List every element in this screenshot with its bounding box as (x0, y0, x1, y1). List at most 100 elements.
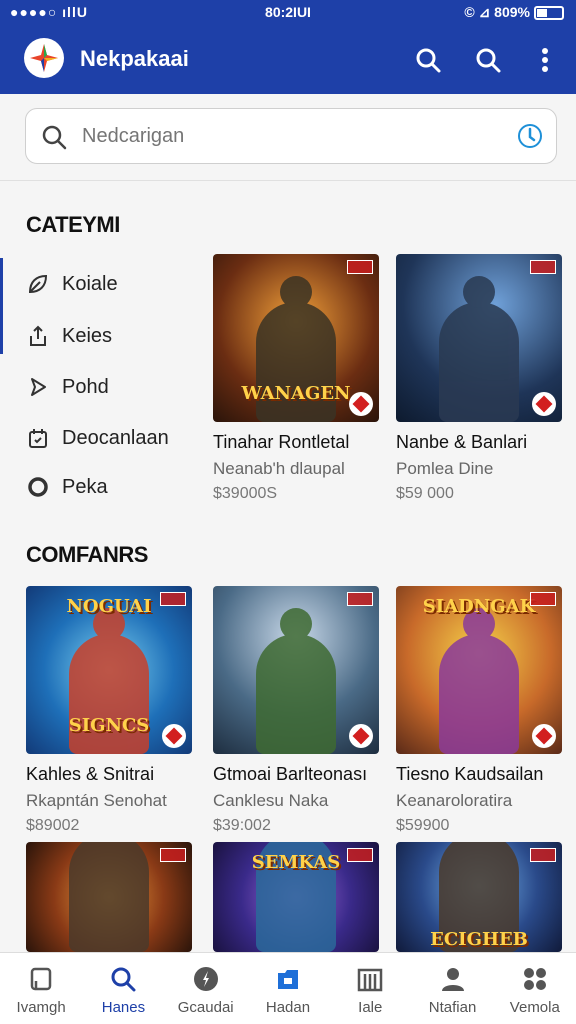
corner-icon (532, 392, 556, 416)
category-label: Deocanlaan (62, 426, 169, 449)
more-options-button[interactable] (527, 42, 563, 78)
card-subtitle: Rkapntán Senohat (26, 791, 167, 810)
corner-icon (162, 724, 186, 748)
category-item-peka[interactable]: Peka (26, 471, 108, 503)
search-icon (476, 48, 501, 73)
nav-label: Gcaudai (177, 999, 234, 1016)
app-title: Nekpakaai (80, 46, 189, 71)
nav-item-vemola[interactable]: Vemola (494, 953, 576, 1024)
voice-search-icon[interactable] (516, 122, 544, 150)
card-thumbnail: NOGUAI SIGNCS (26, 586, 192, 754)
search-button[interactable] (410, 42, 446, 78)
more-card-1[interactable] (26, 842, 192, 952)
badge-icon (347, 260, 373, 274)
companies-title: COMFANRS (26, 542, 148, 567)
card-price: $39:002 (213, 817, 271, 834)
category-item-keies[interactable]: Keies (26, 320, 112, 352)
company-card-2[interactable]: Gtmoai Barlteonası Canklesu Naka $39:002 (213, 586, 379, 835)
share-icon (30, 325, 46, 346)
search-box (25, 108, 557, 164)
card-subtitle: Keanaroloratira (396, 791, 513, 810)
card-price: $89002 (26, 817, 80, 834)
company-card-1[interactable]: NOGUAI SIGNCS Kahles & Snitrai Rkapntán … (26, 586, 192, 835)
nav-item-ntafian[interactable]: Ntafian (411, 953, 493, 1024)
calendar-icon (29, 429, 47, 448)
card-price: $59900 (396, 817, 450, 834)
badge-icon (530, 848, 556, 862)
badge-icon (530, 592, 556, 606)
status-right-text: © ⊿ 809% (464, 4, 530, 20)
card-subtitle: Pomlea Dine (396, 459, 494, 478)
card-title: Nanbe & Banlari (396, 432, 528, 452)
search-input[interactable] (82, 121, 482, 151)
card-subtitle: Neanab'h dlaupal (213, 459, 345, 478)
building-icon (358, 968, 383, 992)
nav-label: Iale (358, 999, 383, 1016)
card-thumbnail: SEMKAS (213, 842, 379, 952)
category-label: Koiale (62, 272, 118, 295)
search-icon (111, 967, 136, 992)
card-thumbnail (26, 842, 192, 952)
card-title: Tiesno Kaudsailan (396, 764, 544, 784)
corner-icon (349, 724, 373, 748)
card-thumbnail: ECIGHEB (396, 842, 562, 952)
battery-icon (534, 5, 564, 20)
badge-icon (160, 592, 186, 606)
badge-icon (347, 592, 373, 606)
corner-icon (349, 392, 373, 416)
featured-card-1[interactable]: WANAGEN Tinahar Rontletal Neanab'h dlaup… (213, 254, 379, 503)
nav-item-hadan[interactable]: Hadan (247, 953, 329, 1024)
person-icon (441, 968, 464, 991)
more-card-3[interactable]: ECIGHEB (396, 842, 562, 952)
more-vert-icon (542, 48, 548, 72)
circle-icon (28, 477, 48, 497)
card-thumbnail: WANAGEN (213, 254, 379, 422)
company-card-3[interactable]: SIADNGAK Tiesno Kaudsailan Keanarolorati… (396, 586, 562, 835)
card-price: $39000S (213, 485, 278, 502)
card-title: Tinahar Rontletal (213, 432, 350, 452)
active-indicator (0, 258, 3, 354)
category-label: Keies (62, 324, 113, 347)
nav-label: Ivamgh (16, 999, 66, 1016)
leaf-icon (28, 274, 48, 294)
status-bar: ●●●●○ ıllU 80:2IUI © ⊿ 809% (0, 0, 576, 26)
card-thumbnail (396, 254, 562, 422)
app-logo (24, 38, 64, 78)
card-title: Kahles & Snitrai (26, 764, 155, 784)
card-title: Gtmoai Barlteonası (213, 764, 368, 784)
bottom-navigation: Ivamgh Hanes Gcaudai Hadan Iale Ntafian … (0, 952, 576, 1024)
badge-icon (530, 260, 556, 274)
nav-label: Hanes (101, 999, 146, 1016)
badge-icon (160, 848, 186, 862)
badge-icon (347, 848, 373, 862)
nav-item-ivamgh[interactable]: Ivamgh (0, 953, 82, 1024)
divider (0, 180, 576, 181)
card-thumbnail (213, 586, 379, 754)
search-icon (416, 48, 441, 73)
nav-label: Ntafian (428, 999, 477, 1016)
nav-item-hanes[interactable]: Hanes (82, 953, 164, 1024)
nav-item-iale[interactable]: Iale (329, 953, 411, 1024)
book-icon (30, 967, 52, 991)
more-card-2[interactable]: SEMKAS (213, 842, 379, 952)
folder-icon (277, 970, 298, 989)
nav-label: Hadan (265, 999, 311, 1016)
nav-label: Vemola (509, 999, 560, 1016)
compass-icon (193, 967, 218, 991)
search-button-secondary[interactable] (470, 42, 506, 78)
status-right: © ⊿ 809% (464, 4, 564, 21)
categories-title: CATEYMI (26, 212, 120, 237)
card-caption: ECIGHEB (430, 929, 528, 950)
featured-card-2[interactable]: Nanbe & Banlari Pomlea Dine $59 000 (396, 254, 562, 503)
card-subtitle: Canklesu Naka (213, 791, 329, 810)
category-label: Peka (62, 475, 108, 498)
play-icon (31, 378, 46, 396)
nav-item-gcaudai[interactable]: Gcaudai (165, 953, 247, 1024)
category-label: Pohd (62, 375, 109, 398)
app-bar: Nekpakaai (0, 26, 576, 94)
category-item-pohd[interactable]: Pohd (26, 371, 109, 403)
card-thumbnail: SIADNGAK (396, 586, 562, 754)
category-item-deocanlaan[interactable]: Deocanlaan (26, 422, 169, 454)
card-price: $59 000 (396, 485, 454, 502)
category-item-koiale[interactable]: Koiale (26, 268, 118, 300)
